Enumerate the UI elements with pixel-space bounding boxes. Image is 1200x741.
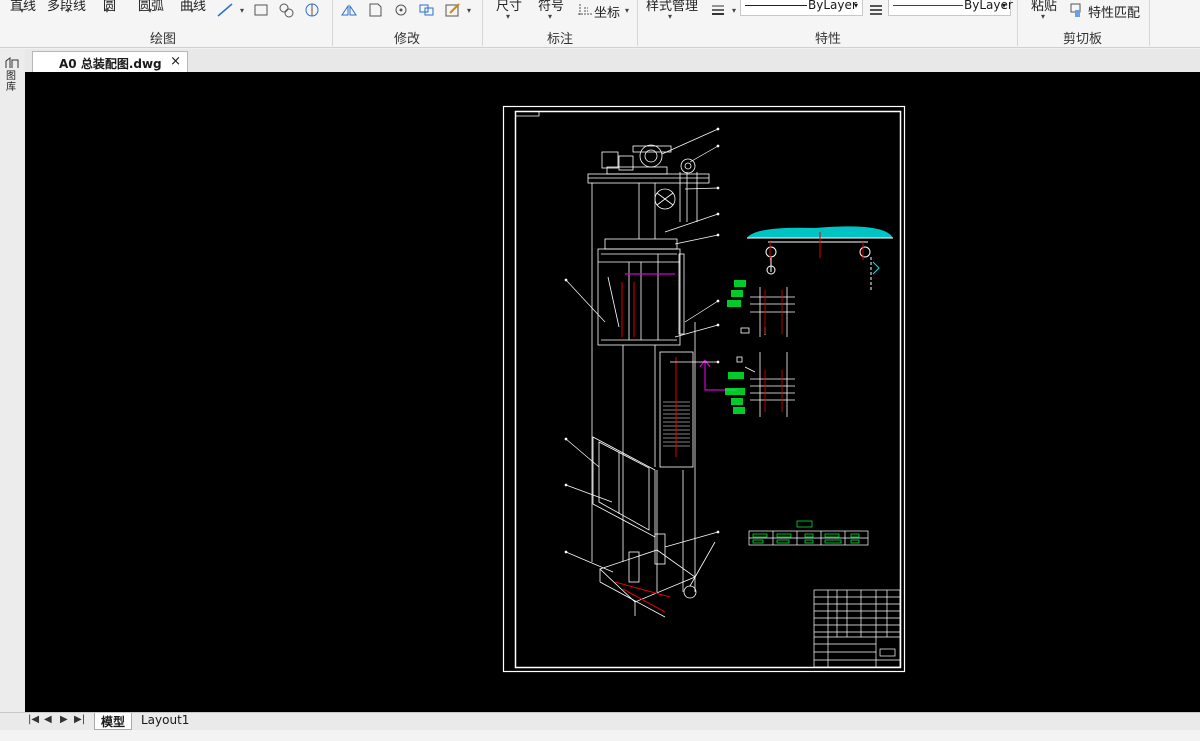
- coordinate-icon[interactable]: [576, 2, 594, 18]
- cad-drawing: [502, 105, 906, 673]
- chevron-down-icon: ▾: [854, 1, 859, 10]
- match-properties-icon[interactable]: [1068, 2, 1086, 18]
- chevron-down-icon[interactable]: ▾: [240, 6, 244, 15]
- rectangle-icon[interactable]: [252, 2, 270, 18]
- last-tab-icon[interactable]: ▶|: [74, 714, 85, 725]
- linetype-value: ByLayer: [808, 0, 857, 12]
- group-separator: [332, 0, 333, 46]
- chevron-down-icon[interactable]: ▾: [506, 12, 510, 21]
- side-panel: 图库: [0, 49, 25, 713]
- coordinate-button[interactable]: 坐标: [594, 2, 620, 21]
- chevron-down-icon[interactable]: ▾: [467, 6, 471, 15]
- document-tab[interactable]: A0 总装配图.dwg ×: [32, 51, 188, 72]
- group-separator: [637, 0, 638, 46]
- library-tab[interactable]: 图库: [6, 71, 18, 115]
- prev-tab-icon[interactable]: ◀: [44, 714, 52, 725]
- section-view-beam: [747, 226, 893, 290]
- group-separator: [1017, 0, 1018, 46]
- layout-tab-bar: |◀ ◀ ▶ ▶| 模型 Layout1: [0, 712, 1200, 730]
- document-tab-title: A0 总装配图.dwg: [59, 57, 162, 71]
- detail-view-rail: [736, 287, 795, 417]
- chevron-down-icon[interactable]: ▾: [105, 6, 109, 15]
- rotate-icon[interactable]: [392, 2, 410, 18]
- chevron-down-icon[interactable]: ▾: [625, 6, 629, 15]
- lineweight-icon[interactable]: [710, 2, 728, 18]
- elevator-shaft-drawing: [587, 144, 716, 618]
- parts-table-text: [752, 520, 860, 544]
- region-icon[interactable]: [303, 2, 321, 18]
- green-labels: [725, 280, 746, 414]
- group-separator: [482, 0, 483, 46]
- construction-line-icon[interactable]: [216, 2, 234, 18]
- chevron-down-icon[interactable]: ▾: [190, 6, 194, 15]
- group-separator: [1149, 0, 1150, 46]
- library-icon[interactable]: [5, 57, 19, 69]
- leader-lines: [564, 127, 720, 573]
- red-centerlines: [614, 282, 677, 613]
- close-icon[interactable]: ×: [170, 54, 181, 69]
- chevron-down-icon[interactable]: ▾: [668, 12, 672, 21]
- chevron-down-icon[interactable]: ▾: [66, 6, 70, 15]
- group-label-annotate: 标注: [547, 32, 574, 47]
- tab-model[interactable]: 模型: [94, 713, 133, 730]
- detail-red-lines: [764, 290, 783, 412]
- chevron-down-icon: ▾: [1002, 1, 1007, 10]
- offset-icon[interactable]: [366, 2, 384, 18]
- drawing-canvas[interactable]: [25, 72, 1200, 713]
- chevron-down-icon[interactable]: ▾: [20, 6, 24, 15]
- next-tab-icon[interactable]: ▶: [60, 714, 68, 725]
- tab-layout1[interactable]: Layout1: [135, 713, 195, 730]
- array-icon[interactable]: [418, 2, 436, 18]
- hatch-icon[interactable]: [277, 2, 295, 18]
- group-label-modify: 修改: [394, 32, 421, 47]
- ribbon: 直线 多段线 圆 圆弧 曲线 ▾ ▾ ▾ ▾ ▾ ▾ ▾ 尺寸 符号 坐标 ▾ …: [0, 0, 1200, 48]
- color-icon[interactable]: [868, 2, 886, 18]
- first-tab-icon[interactable]: |◀: [28, 714, 39, 725]
- chevron-down-icon[interactable]: ▾: [148, 6, 152, 15]
- group-label-draw: 绘图: [150, 32, 177, 47]
- chevron-down-icon[interactable]: ▾: [732, 6, 736, 15]
- linetype-select[interactable]: ByLayer ▾: [740, 0, 863, 16]
- group-label-properties: 特性: [815, 32, 842, 47]
- group-label-clipboard: 剪切板: [1063, 32, 1103, 47]
- mirror-icon[interactable]: [340, 2, 358, 18]
- status-bar: [0, 730, 1200, 741]
- color-select[interactable]: ByLayer ▾: [888, 0, 1013, 16]
- title-block: [813, 589, 901, 668]
- sheet-outer-border: [502, 105, 906, 673]
- document-tab-bar: A0 总装配图.dwg ×: [0, 49, 1200, 72]
- chevron-down-icon[interactable]: ▾: [548, 12, 552, 21]
- chevron-down-icon[interactable]: ▾: [1041, 12, 1045, 21]
- magenta-dimension: [625, 273, 737, 391]
- edit-icon[interactable]: [444, 2, 462, 18]
- match-properties-button[interactable]: 特性匹配: [1088, 2, 1140, 21]
